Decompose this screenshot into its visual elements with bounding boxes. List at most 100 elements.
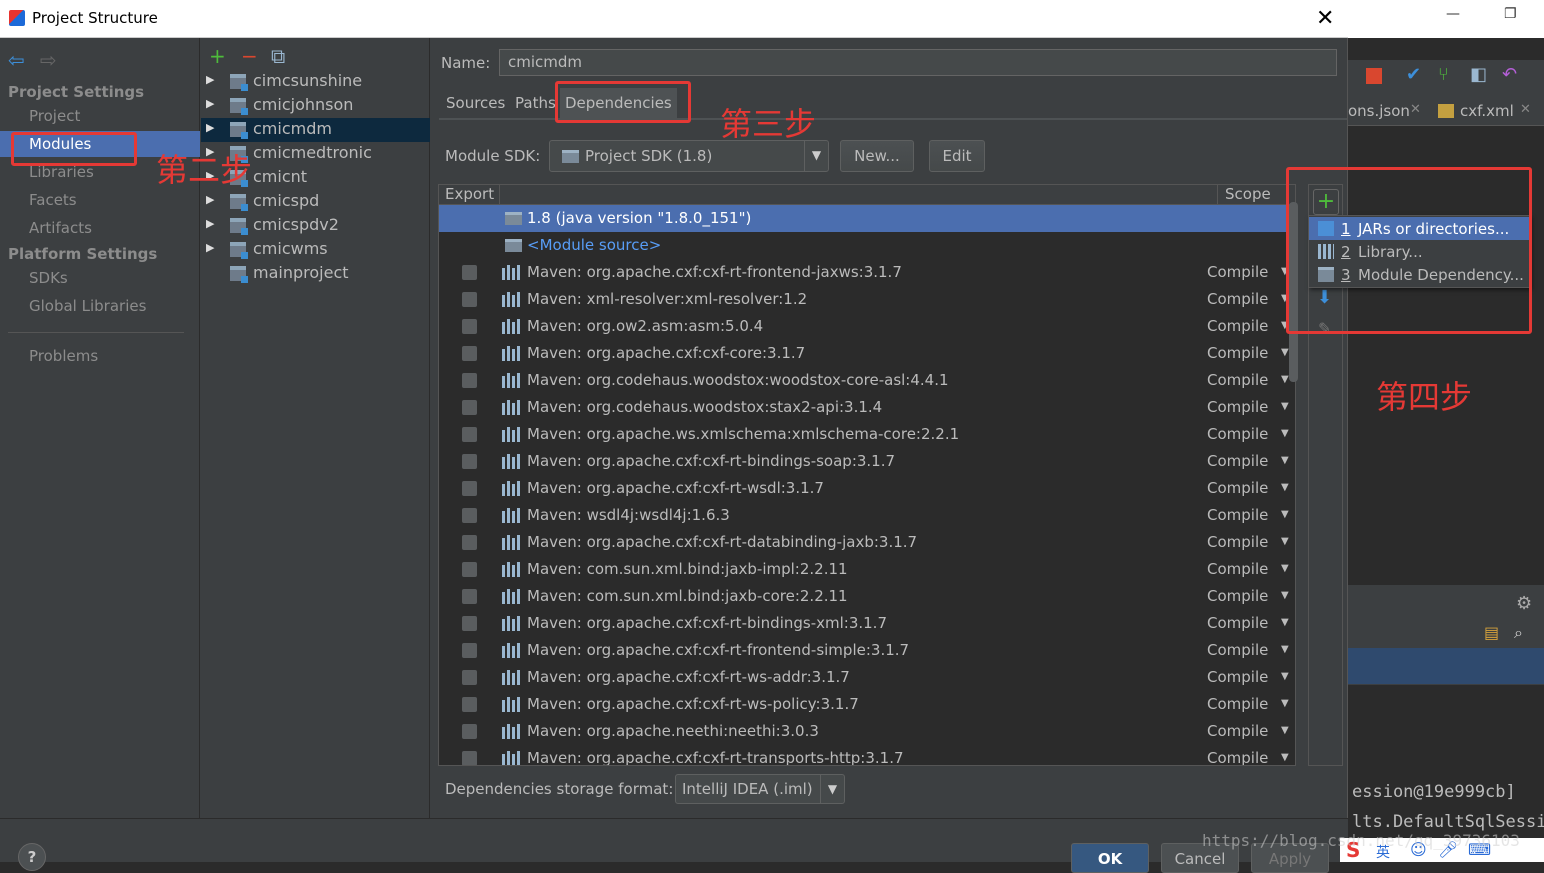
help-button[interactable]: ? — [18, 843, 46, 871]
nav-item-facets[interactable]: Facets — [29, 191, 77, 209]
restore-icon[interactable]: ❐ — [1504, 6, 1517, 22]
tab-sources[interactable]: Sources — [441, 88, 510, 118]
add-module-icon[interactable]: + — [209, 44, 226, 68]
scope-value[interactable]: Compile — [1207, 290, 1268, 308]
scope-dropdown-icon[interactable]: ▼ — [1281, 725, 1289, 736]
stop-icon[interactable] — [1366, 68, 1382, 84]
table-row-dependency[interactable]: Maven: org.apache.cxf:cxf-rt-databinding… — [439, 529, 1295, 556]
nav-item-problems[interactable]: Problems — [29, 347, 98, 365]
tree-row-module-selected[interactable]: ▶ cmicmdm — [201, 118, 430, 142]
expand-arrow-icon[interactable]: ▶ — [206, 121, 214, 134]
scope-value[interactable]: Compile — [1207, 263, 1268, 281]
scope-dropdown-icon[interactable]: ▼ — [1281, 509, 1289, 520]
table-row-module-source[interactable]: <Module source> — [439, 232, 1295, 259]
table-row-dependency[interactable]: Maven: wsdl4j:wsdl4j:1.6.3 Compile ▼ — [439, 502, 1295, 529]
tree-row-module[interactable]: ▶ cmicwms — [201, 238, 430, 262]
export-checkbox[interactable] — [462, 292, 477, 307]
export-checkbox[interactable] — [462, 751, 477, 765]
scope-value[interactable]: Compile — [1207, 587, 1268, 605]
editor-tab-json[interactable]: ons.json — [1348, 102, 1410, 120]
layout-icon[interactable]: ▤ — [1484, 623, 1499, 642]
close-icon[interactable]: ✕ — [1316, 6, 1334, 31]
export-checkbox[interactable] — [462, 697, 477, 712]
scope-dropdown-icon[interactable]: ▼ — [1281, 347, 1289, 358]
dropdown-arrow-icon[interactable]: ▼ — [804, 141, 828, 171]
expand-arrow-icon[interactable]: ▶ — [206, 193, 214, 206]
scope-dropdown-icon[interactable]: ▼ — [1281, 617, 1289, 628]
forward-arrow-icon[interactable]: ⇨ — [40, 48, 57, 72]
table-row-dependency[interactable]: Maven: org.apache.neethi:neethi:3.0.3 Com… — [439, 718, 1295, 745]
scope-dropdown-icon[interactable]: ▼ — [1281, 401, 1289, 412]
column-header-export[interactable]: Export — [445, 185, 494, 203]
storage-format-select[interactable]: IntelliJ IDEA (.iml) ▼ — [675, 774, 845, 804]
export-checkbox[interactable] — [462, 427, 477, 442]
close-tab-icon[interactable]: ✕ — [1410, 102, 1421, 117]
scope-value[interactable]: Compile — [1207, 425, 1268, 443]
search-icon[interactable]: ⌕ — [1514, 623, 1523, 643]
scope-dropdown-icon[interactable]: ▼ — [1281, 428, 1289, 439]
table-row-dependency[interactable]: Maven: org.apache.cxf:cxf-rt-ws-policy:3… — [439, 691, 1295, 718]
tab-paths[interactable]: Paths — [510, 88, 561, 118]
tree-row-module[interactable]: mainproject — [201, 262, 430, 286]
scope-value[interactable]: Compile — [1207, 452, 1268, 470]
vcs-commit-icon[interactable]: ⑂ — [1438, 64, 1449, 85]
scope-value[interactable]: Compile — [1207, 749, 1268, 765]
close-tab-icon[interactable]: ✕ — [1520, 102, 1531, 117]
export-checkbox[interactable] — [462, 508, 477, 523]
table-row-dependency[interactable]: Maven: org.apache.ws.xmlschema:xmlschema… — [439, 421, 1295, 448]
export-checkbox[interactable] — [462, 616, 477, 631]
back-arrow-icon[interactable]: ⇦ — [8, 48, 25, 72]
scope-value[interactable]: Compile — [1207, 398, 1268, 416]
scope-value[interactable]: Compile — [1207, 668, 1268, 686]
table-row-dependency[interactable]: Maven: org.apache.cxf:cxf-rt-transports-… — [439, 745, 1295, 765]
scope-dropdown-icon[interactable]: ▼ — [1281, 455, 1289, 466]
table-row-dependency[interactable]: Maven: org.apache.cxf:cxf-core:3.1.7 Comp… — [439, 340, 1295, 367]
nav-item-artifacts[interactable]: Artifacts — [29, 219, 92, 237]
expand-arrow-icon[interactable]: ▶ — [206, 241, 214, 254]
scope-value[interactable]: Compile — [1207, 479, 1268, 497]
vcs-update-icon[interactable]: ✔ — [1406, 64, 1421, 85]
export-checkbox[interactable] — [462, 535, 477, 550]
ok-button[interactable]: OK — [1071, 843, 1149, 873]
export-checkbox[interactable] — [462, 562, 477, 577]
table-row-dependency[interactable]: Maven: com.sun.xml.bind:jaxb-impl:2.2.11… — [439, 556, 1295, 583]
export-checkbox[interactable] — [462, 346, 477, 361]
scope-value[interactable]: Compile — [1207, 371, 1268, 389]
export-checkbox[interactable] — [462, 670, 477, 685]
scope-value[interactable]: Compile — [1207, 317, 1268, 335]
scope-value[interactable]: Compile — [1207, 695, 1268, 713]
export-checkbox[interactable] — [462, 454, 477, 469]
scope-value[interactable]: Compile — [1207, 506, 1268, 524]
table-row-dependency[interactable]: Maven: com.sun.xml.bind:jaxb-core:2.2.11… — [439, 583, 1295, 610]
scope-dropdown-icon[interactable]: ▼ — [1281, 590, 1289, 601]
tree-row-module[interactable]: ▶ cmicjohnson — [201, 94, 430, 118]
table-row-dependency[interactable]: Maven: org.apache.cxf:cxf-rt-wsdl:3.1.7 C… — [439, 475, 1295, 502]
remove-module-icon[interactable]: − — [241, 44, 258, 68]
copy-module-icon[interactable]: ⧉ — [271, 44, 285, 68]
export-checkbox[interactable] — [462, 643, 477, 658]
expand-arrow-icon[interactable]: ▶ — [206, 73, 214, 86]
scope-dropdown-icon[interactable]: ▼ — [1281, 698, 1289, 709]
table-row-dependency[interactable]: Maven: org.apache.cxf:cxf-rt-ws-addr:3.1… — [439, 664, 1295, 691]
scope-dropdown-icon[interactable]: ▼ — [1281, 374, 1289, 385]
gear-icon[interactable]: ⚙ — [1516, 593, 1532, 614]
scope-value[interactable]: Compile — [1207, 533, 1268, 551]
scope-value[interactable]: Compile — [1207, 344, 1268, 362]
dropdown-arrow-icon[interactable]: ▼ — [820, 775, 844, 803]
expand-arrow-icon[interactable]: ▶ — [206, 97, 214, 110]
scope-dropdown-icon[interactable]: ▼ — [1281, 536, 1289, 547]
tree-row-module[interactable]: ▶ cimcsunshine — [201, 70, 430, 94]
tree-row-module[interactable]: ▶ cmicspd — [201, 190, 430, 214]
table-row-dependency[interactable]: Maven: org.codehaus.woodstox:woodstox-co… — [439, 367, 1295, 394]
revert-icon[interactable]: ↶ — [1502, 64, 1517, 85]
export-checkbox[interactable] — [462, 589, 477, 604]
nav-item-project[interactable]: Project — [29, 107, 80, 125]
tree-row-module[interactable]: ▶ cmicspdv2 — [201, 214, 430, 238]
table-row-sdk[interactable]: 1.8 (java version "1.8.0_151") — [439, 205, 1295, 232]
export-checkbox[interactable] — [462, 481, 477, 496]
new-sdk-button[interactable]: New... — [840, 140, 914, 172]
export-checkbox[interactable] — [462, 319, 477, 334]
edit-sdk-button[interactable]: Edit — [929, 140, 985, 172]
export-checkbox[interactable] — [462, 724, 477, 739]
table-row-dependency[interactable]: Maven: org.codehaus.woodstox:stax2-api:3… — [439, 394, 1295, 421]
